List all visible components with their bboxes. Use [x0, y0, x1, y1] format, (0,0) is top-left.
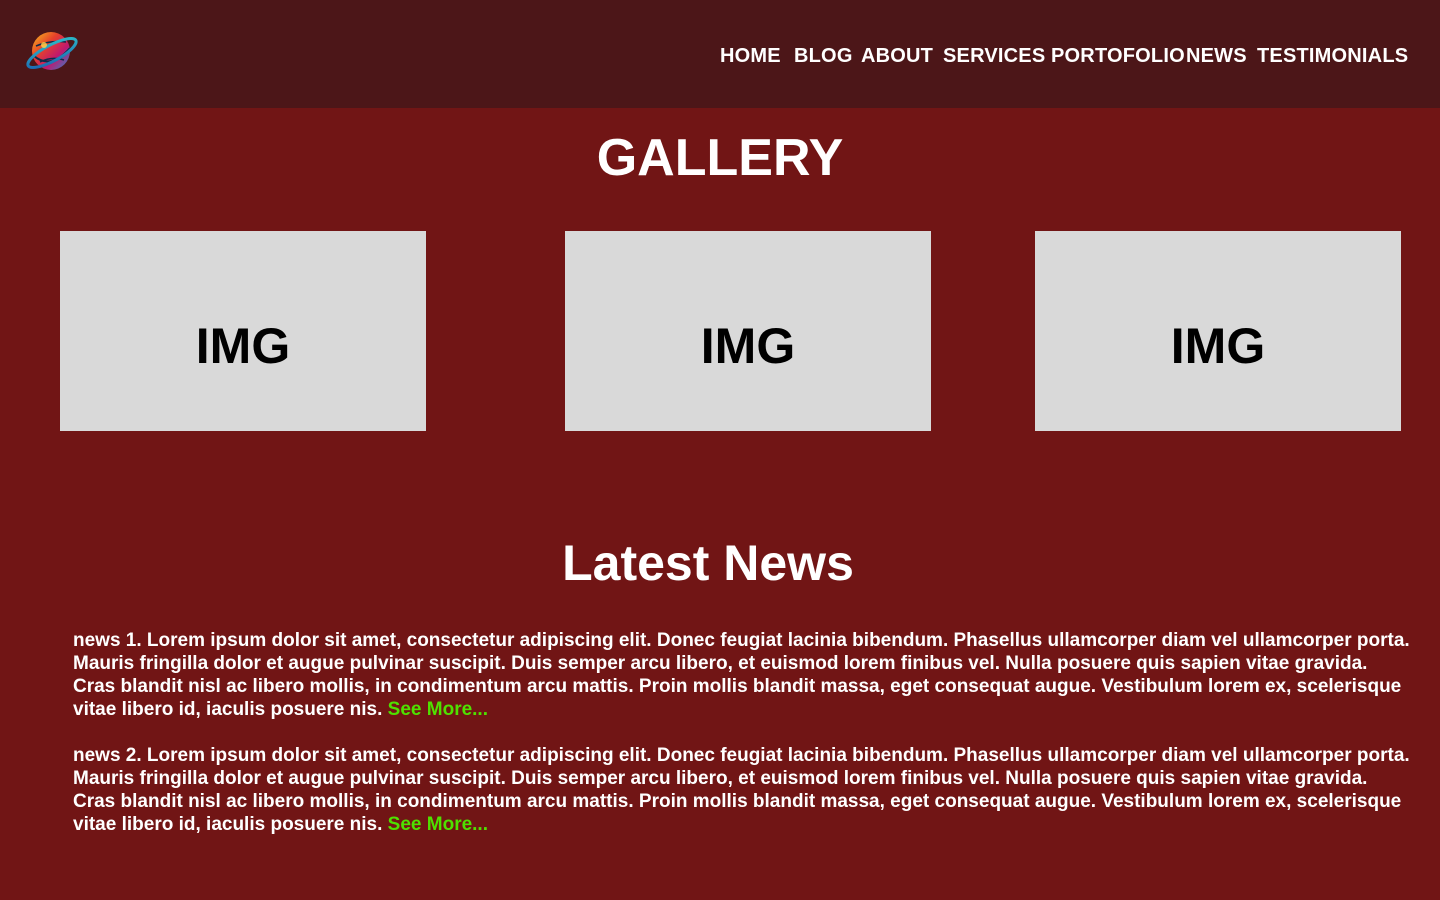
nav-link-blog[interactable]: BLOG	[794, 44, 853, 68]
gallery-image-placeholder[interactable]: IMG	[1035, 231, 1401, 431]
gallery-title: GALLERY	[596, 129, 844, 187]
nav-link-about[interactable]: ABOUT	[861, 44, 933, 68]
gallery-image-placeholder[interactable]: IMG	[60, 231, 426, 431]
see-more-link[interactable]: See More...	[388, 814, 488, 835]
nav-link-portfolio[interactable]: PORTOFOLIO	[1051, 44, 1185, 68]
nav-link-services[interactable]: SERVICES	[943, 44, 1045, 68]
latest-news-title: Latest News	[562, 535, 854, 591]
nav-link-news[interactable]: NEWS	[1186, 44, 1247, 68]
gallery-image-placeholder[interactable]: IMG	[565, 231, 931, 431]
news-item: news 1. Lorem ipsum dolor sit amet, cons…	[73, 629, 1413, 721]
nav-link-home[interactable]: HOME	[720, 44, 781, 68]
site-header: HOME BLOG ABOUT SERVICES PORTOFOLIO NEWS…	[0, 0, 1440, 108]
news-item: news 2. Lorem ipsum dolor sit amet, cons…	[73, 744, 1413, 836]
nav-link-testimonials[interactable]: TESTIMONIALS	[1257, 44, 1408, 68]
see-more-link[interactable]: See More...	[388, 699, 488, 720]
news-item-text: news 1. Lorem ipsum dolor sit amet, cons…	[73, 630, 1410, 720]
main-nav: HOME BLOG ABOUT SERVICES PORTOFOLIO NEWS…	[0, 44, 1440, 68]
news-item-text: news 2. Lorem ipsum dolor sit amet, cons…	[73, 745, 1410, 835]
